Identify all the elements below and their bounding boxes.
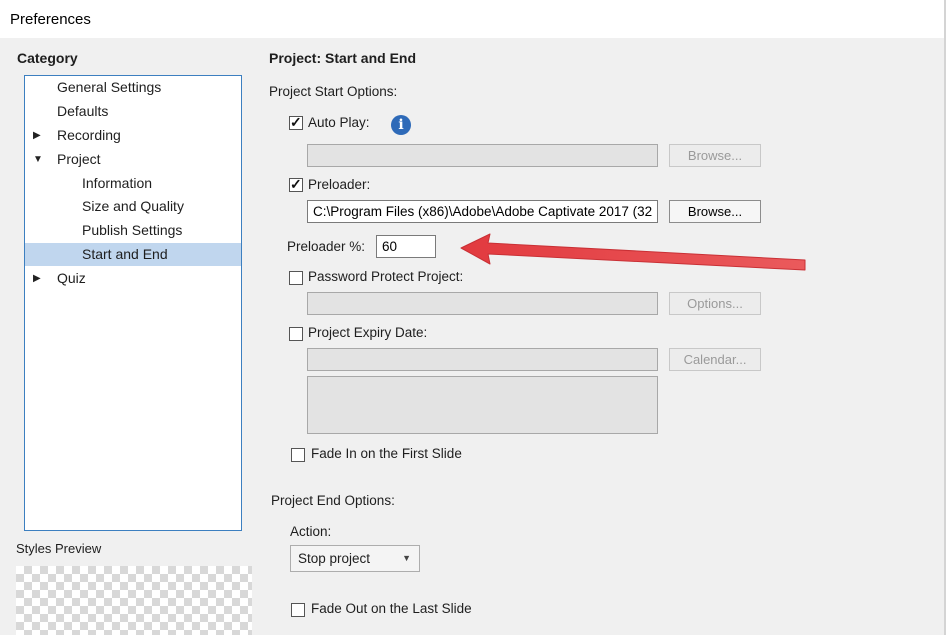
tree-item-size-and-quality[interactable]: Size and Quality (25, 195, 241, 218)
settings-panel: Project: Start and End Project Start Opt… (254, 38, 944, 635)
triangle-right-icon[interactable]: ▶ (33, 267, 41, 290)
styles-preview-label: Styles Preview (16, 541, 102, 556)
triangle-down-icon[interactable]: ▼ (33, 148, 43, 171)
styles-preview-area (16, 566, 252, 635)
tree-item-label: Defaults (57, 103, 109, 119)
title-bar: Preferences (0, 0, 946, 38)
triangle-right-icon[interactable]: ▶ (33, 124, 41, 147)
window-title: Preferences (10, 11, 91, 28)
tree-item-label: Information (82, 175, 153, 191)
left-panel: Category General Settings Defaults ▶ Rec… (0, 38, 254, 635)
tree-item-recording[interactable]: ▶ Recording (25, 124, 241, 147)
tree-item-defaults[interactable]: Defaults (25, 100, 241, 123)
tree-item-label: Publish Settings (82, 222, 183, 238)
category-tree[interactable]: General Settings Defaults ▶ Recording ▼ … (24, 75, 242, 531)
tree-item-general-settings[interactable]: General Settings (25, 76, 241, 99)
tree-item-publish-settings[interactable]: Publish Settings (25, 219, 241, 242)
tree-item-label: Size and Quality (82, 198, 184, 214)
tree-item-label: Quiz (57, 270, 86, 286)
tree-item-label: Project (57, 151, 101, 167)
category-title: Category (17, 50, 78, 66)
tree-item-start-and-end[interactable]: Start and End (25, 243, 241, 266)
tree-item-information[interactable]: Information (25, 172, 241, 195)
tree-item-label: Recording (57, 127, 121, 143)
red-arrow-annotation (460, 233, 806, 271)
tree-item-label: General Settings (57, 79, 162, 95)
tree-item-project[interactable]: ▼ Project (25, 148, 241, 171)
tree-item-quiz[interactable]: ▶ Quiz (25, 267, 241, 290)
tree-item-label: Start and End (82, 246, 168, 262)
